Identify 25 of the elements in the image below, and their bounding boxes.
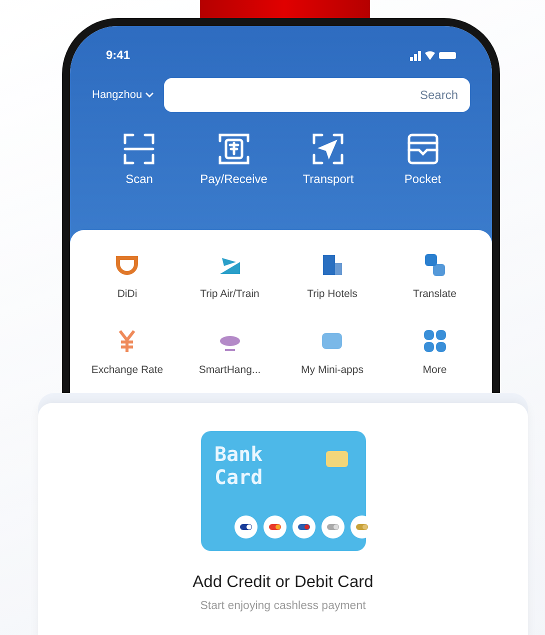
service-item[interactable]: DiDi bbox=[76, 252, 178, 300]
service-item[interactable]: More bbox=[384, 328, 486, 376]
search-button[interactable]: Search bbox=[420, 88, 458, 102]
quick-action[interactable]: Pocket bbox=[376, 132, 470, 186]
service-item[interactable]: Trip Air/Train bbox=[178, 252, 281, 300]
quick-action[interactable]: Scan bbox=[92, 132, 186, 186]
service-item[interactable]: My Mini-apps bbox=[281, 328, 384, 376]
chip-icon bbox=[326, 451, 348, 467]
service-item[interactable]: Trip Hotels bbox=[281, 252, 384, 300]
scan-icon bbox=[122, 132, 156, 166]
service-item[interactable]: Translate bbox=[384, 252, 486, 300]
add-card-title: Add Credit or Debit Card bbox=[192, 573, 374, 592]
status-icons bbox=[410, 49, 456, 61]
service-item[interactable]: Exchange Rate bbox=[76, 328, 178, 376]
wallet-icon bbox=[406, 132, 440, 166]
add-card-subtitle: Start enjoying cashless payment bbox=[200, 600, 366, 612]
quick-action[interactable]: Pay/Receive bbox=[186, 132, 281, 186]
payment-icon bbox=[216, 132, 251, 166]
location-selector[interactable]: Hangzhou bbox=[92, 89, 154, 101]
quick-action[interactable]: Transport bbox=[281, 132, 376, 186]
status-time: 9:41 bbox=[106, 48, 130, 62]
chevron-down-icon bbox=[145, 92, 154, 98]
service-item[interactable]: SmartHang... bbox=[178, 328, 281, 376]
navigation-arrow-icon bbox=[311, 132, 346, 166]
search-field[interactable]: Search bbox=[164, 78, 470, 112]
